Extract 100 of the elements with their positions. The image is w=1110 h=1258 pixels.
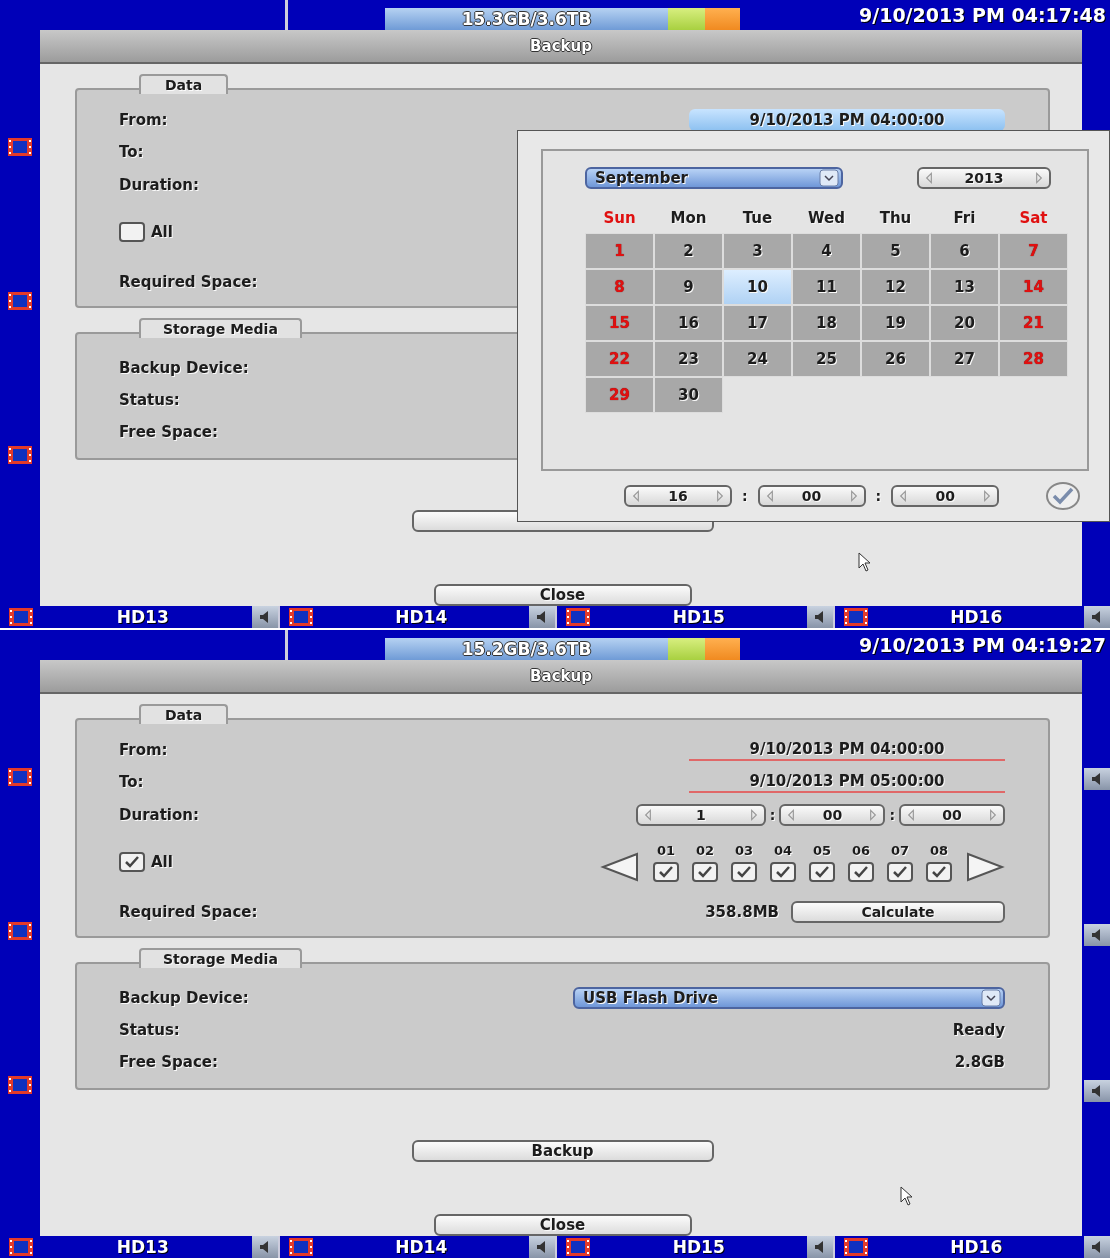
channel-name: HD16 (949, 607, 1004, 627)
film-icon[interactable] (287, 607, 314, 627)
dialog-title: Backup (40, 660, 1082, 694)
check-icon[interactable] (1045, 481, 1082, 512)
channel-checkbox[interactable] (809, 861, 835, 882)
backup-button[interactable]: Backup (411, 1140, 714, 1162)
day-cell[interactable]: 9 (654, 269, 723, 305)
speaker-icon[interactable] (1084, 606, 1110, 628)
spinner-value: 00 (935, 488, 955, 505)
film-icon[interactable] (7, 1075, 33, 1095)
speaker-icon[interactable] (251, 1236, 278, 1258)
day-cell[interactable]: 12 (861, 269, 930, 305)
day-cell[interactable]: 2 (654, 233, 723, 269)
from-label: From: (119, 741, 168, 759)
from-field[interactable]: 9/10/2013 PM 04:00:00 (689, 739, 1005, 761)
group-title: Data (139, 704, 229, 724)
storage-reading: 15.2GB/3.6TB (385, 638, 668, 660)
day-cell[interactable]: 26 (861, 341, 930, 377)
day-cell[interactable]: 3 (723, 233, 792, 269)
speaker-icon[interactable] (806, 606, 833, 628)
weekday-label: Mon (669, 209, 708, 227)
caret-icon[interactable] (819, 169, 839, 187)
from-field[interactable]: 9/10/2013 PM 04:00:00 (689, 109, 1005, 131)
day-cell[interactable]: 5 (861, 233, 930, 269)
group-title: Storage Media (139, 318, 302, 338)
speaker-icon[interactable] (529, 606, 555, 628)
time-separator: : (875, 488, 882, 505)
channel-name: HD15 (671, 1237, 726, 1257)
day-cell[interactable]: 20 (930, 305, 999, 341)
speaker-icon[interactable] (806, 1236, 833, 1258)
speaker-icon[interactable] (251, 606, 278, 628)
day-cell[interactable]: 10 (723, 269, 792, 305)
weekday-label: Fri (952, 209, 977, 227)
speaker-icon[interactable] (1084, 924, 1110, 946)
caret-icon[interactable] (981, 989, 1001, 1007)
speaker-icon[interactable] (529, 1236, 555, 1258)
channel-checkbox[interactable] (887, 861, 913, 882)
day-cell[interactable]: 13 (930, 269, 999, 305)
left-triangle-icon[interactable] (600, 851, 640, 882)
day-cell[interactable]: 4 (792, 233, 861, 269)
film-icon[interactable] (8, 1237, 34, 1257)
film-icon[interactable] (7, 767, 33, 787)
device-dropdown[interactable]: USB Flash Drive (573, 987, 1005, 1009)
backup-device-label: Backup Device: (119, 359, 249, 377)
film-icon[interactable] (8, 607, 34, 627)
speaker-icon[interactable] (1084, 1080, 1110, 1102)
right-triangle-icon[interactable] (965, 851, 1005, 882)
day-cell[interactable]: 24 (723, 341, 792, 377)
close-button[interactable]: Close (433, 1214, 692, 1236)
channel-label: 01 (656, 842, 676, 858)
spinner-value: 00 (822, 807, 843, 823)
channel-checkbox[interactable] (926, 861, 952, 882)
close-button[interactable]: Close (433, 584, 692, 606)
channel-name: HD13 (115, 1237, 170, 1257)
day-cell[interactable]: 27 (930, 341, 999, 377)
channel-checkbox[interactable] (692, 861, 718, 882)
film-icon[interactable] (7, 921, 33, 941)
film-icon[interactable] (565, 1237, 591, 1257)
day-cell[interactable]: 17 (723, 305, 792, 341)
weekday-label: Sat (1018, 209, 1049, 227)
film-icon[interactable] (842, 1237, 869, 1257)
film-icon[interactable] (565, 607, 591, 627)
channel-checkbox[interactable] (731, 861, 757, 882)
free-space-label: Free Space: (119, 423, 218, 441)
meter-segment (668, 8, 705, 30)
spinner-value: 1 (695, 807, 706, 823)
day-cell[interactable]: 30 (654, 377, 723, 413)
day-cell[interactable]: 18 (792, 305, 861, 341)
speaker-icon[interactable] (1084, 768, 1110, 790)
required-space-label: Required Space: (119, 273, 258, 291)
group-title: Data (139, 74, 229, 94)
day-cell[interactable]: 19 (861, 305, 930, 341)
cursor-icon (900, 1186, 914, 1206)
channel-checkbox[interactable] (848, 861, 874, 882)
channel-label: 02 (695, 842, 715, 858)
month-dropdown[interactable]: September (585, 167, 843, 189)
film-icon[interactable] (287, 1237, 314, 1257)
to-field[interactable]: 9/10/2013 PM 05:00:00 (689, 771, 1005, 793)
day-cell[interactable]: 11 (792, 269, 861, 305)
date-time: 9/10/2013 PM 04:17:48 (859, 4, 1106, 26)
channel-checkbox[interactable] (653, 861, 679, 882)
duration-label: Duration: (119, 176, 199, 194)
calculate-button[interactable]: Calculate (791, 901, 1005, 923)
day-cell[interactable]: 16 (654, 305, 723, 341)
free-space-value: 2.8GB (954, 1053, 1005, 1071)
checkbox[interactable] (119, 852, 145, 872)
day-cell[interactable]: 25 (792, 341, 861, 377)
checkbox[interactable] (119, 222, 145, 242)
storage-reading: 15.3GB/3.6TB (385, 8, 668, 30)
day-cell[interactable]: 6 (930, 233, 999, 269)
meter-segment (668, 638, 705, 660)
status-label: Status: (119, 391, 180, 409)
film-icon[interactable] (7, 291, 33, 311)
day-cell[interactable]: 23 (654, 341, 723, 377)
film-icon[interactable] (7, 445, 33, 465)
film-icon[interactable] (7, 137, 33, 157)
film-icon[interactable] (842, 607, 869, 627)
speaker-icon[interactable] (1084, 1236, 1110, 1258)
channel-checkbox[interactable] (770, 861, 796, 882)
dialog-title: Backup (40, 30, 1082, 64)
